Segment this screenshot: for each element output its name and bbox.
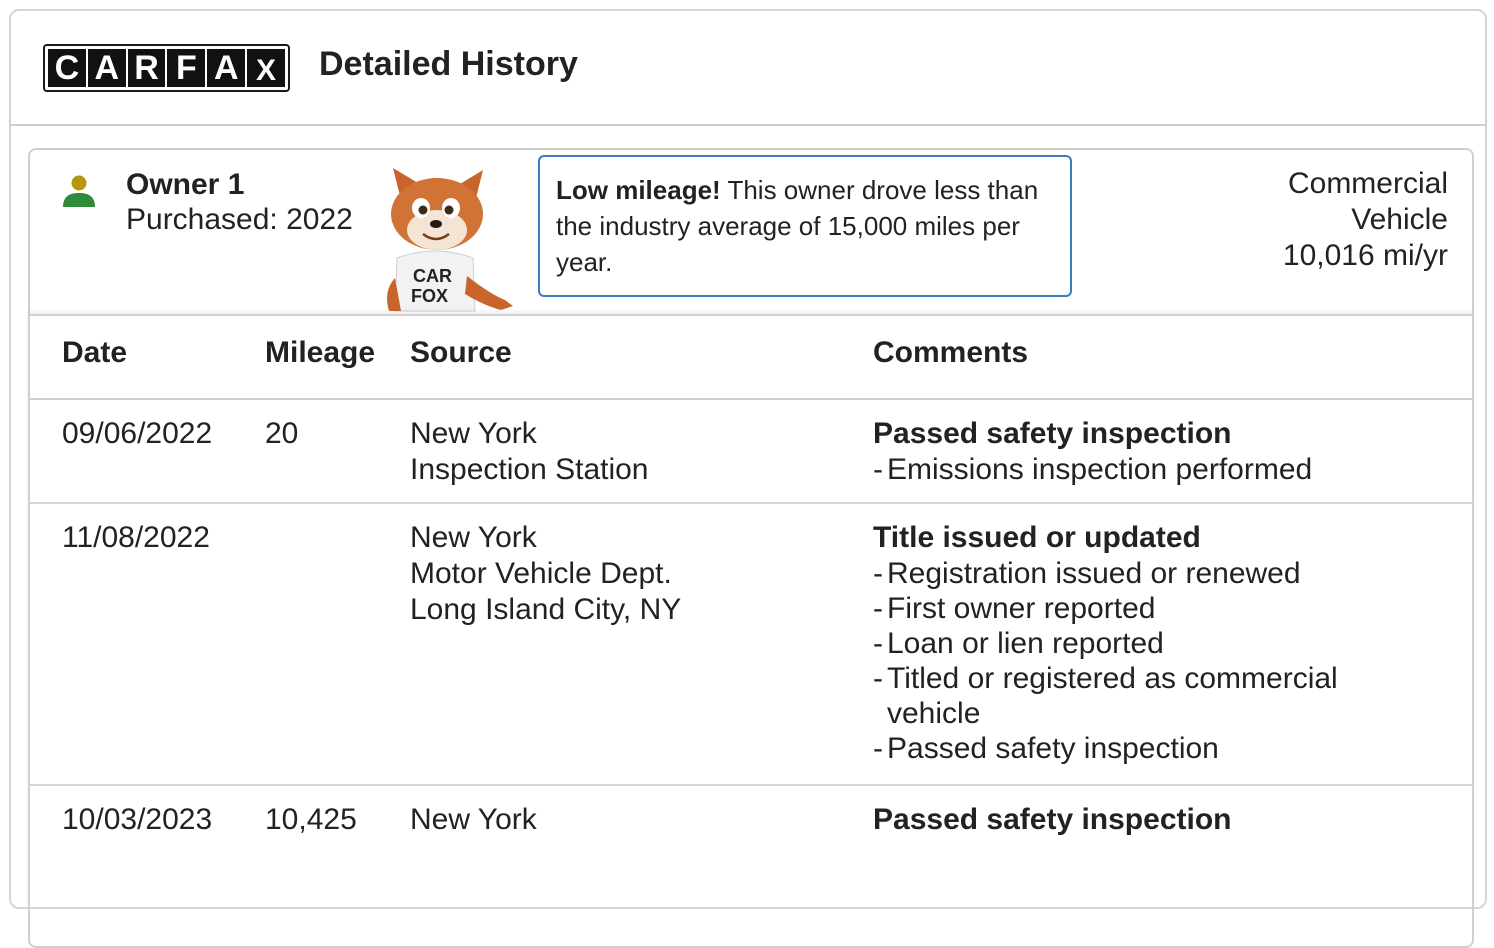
table-row: 11/08/2022 New York Motor Vehicle Dept. … (28, 504, 1474, 786)
detailed-history-panel: C A R F A X Detailed History Owner 1 Pur… (9, 9, 1487, 948)
row-source: New York Inspection Station (410, 416, 649, 488)
comment-item: - Passed safety inspection (873, 732, 1219, 765)
logo-letter: A (207, 49, 246, 87)
header-comments: Comments (873, 336, 1029, 369)
comment-item: - Emissions inspection performed (873, 453, 1313, 486)
logo-letter: A (87, 49, 126, 87)
history-table: Date Mileage Source Comments 09/06/2022 … (28, 314, 1474, 906)
logo-letter: F (167, 49, 206, 87)
source-line: New York (410, 803, 537, 836)
comment-title: Title issued or updated (873, 521, 1201, 554)
callout-bold: Low mileage! (556, 175, 721, 205)
owner-purchased: Purchased: 2022 (126, 203, 353, 236)
history-header: C A R F A X Detailed History (11, 11, 1485, 126)
carfax-logo: C A R F A X (43, 44, 290, 92)
logo-letter: X (247, 49, 285, 87)
header-date: Date (62, 336, 128, 369)
table-row: 09/06/2022 20 New York Inspection Statio… (28, 400, 1474, 504)
svg-text:FOX: FOX (411, 286, 448, 306)
comment-item: - Loan or lien reported (873, 627, 1164, 660)
source-line: New York (410, 521, 537, 554)
mileage-per-year: 10,016 mi/yr (1282, 239, 1448, 272)
source-line: Inspection Station (410, 453, 649, 486)
row-comments: Title issued or updated - Registration is… (873, 520, 1413, 766)
row-source: New York (410, 802, 537, 838)
vehicle-info: Commercial Vehicle 10,016 mi/yr (1283, 166, 1448, 274)
vehicle-type: Commercial (1287, 167, 1448, 200)
low-mileage-callout: Low mileage! This owner drove less than … (538, 155, 1072, 297)
row-date: 11/08/2022 (62, 521, 210, 554)
comment-title: Passed safety inspection (873, 417, 1232, 450)
source-line: New York (410, 417, 537, 450)
comment-item: - Registration issued or renewed (873, 557, 1301, 590)
owner-name: Owner 1 (126, 168, 245, 201)
row-comments: Passed safety inspection (873, 802, 1413, 838)
table-row: 10/03/2023 10,425 New York Passed safety… (28, 786, 1474, 906)
row-date: 10/03/2023 (62, 803, 213, 836)
logo-letter: C (48, 49, 86, 87)
owner-card: Owner 1 Purchased: 2022 CAR FOX Low mile… (28, 148, 1474, 948)
table-header: Date Mileage Source Comments (28, 316, 1474, 400)
header-source: Source (410, 336, 512, 369)
header-mileage: Mileage (265, 336, 376, 369)
row-date: 09/06/2022 (62, 417, 213, 450)
source-line: Motor Vehicle Dept. (410, 557, 672, 590)
source-line: Long Island City, NY (410, 593, 682, 626)
person-icon (63, 175, 95, 207)
vehicle-type-line2: Vehicle (1351, 203, 1448, 236)
row-mileage: 10,425 (265, 803, 357, 836)
row-mileage: 20 (265, 417, 299, 450)
mascot-shirt-text: CAR (413, 266, 452, 286)
comment-item: - First owner reported (873, 592, 1156, 625)
comment-title: Passed safety inspection (873, 803, 1232, 836)
row-comments: Passed safety inspection - Emissions insp… (873, 416, 1413, 487)
logo-letter: R (127, 49, 166, 87)
comment-item: - Titled or registered as commercial vehi… (873, 662, 1338, 730)
carfox-mascot-icon: CAR FOX (387, 168, 513, 312)
page-title: Detailed History (319, 45, 578, 83)
row-source: New York Motor Vehicle Dept. Long Island… (410, 520, 681, 628)
